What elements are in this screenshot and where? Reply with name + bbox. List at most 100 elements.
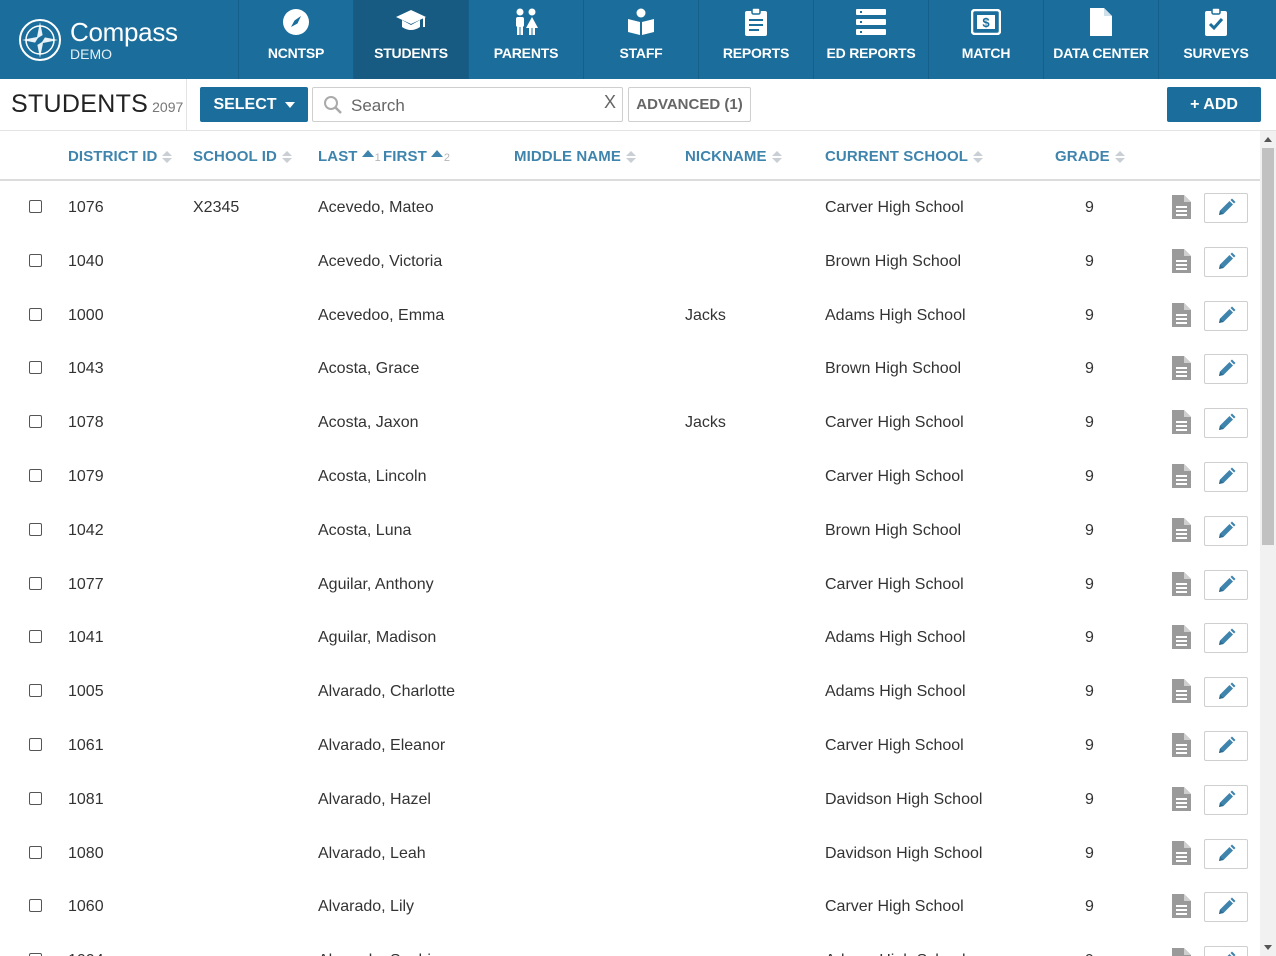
column-header-school-id[interactable]: SCHOOL ID <box>193 148 292 165</box>
document-icon[interactable] <box>1172 787 1191 816</box>
nav-item-students[interactable]: STUDENTS <box>353 0 468 79</box>
row-checkbox[interactable] <box>29 684 42 697</box>
brand-logo[interactable]: Compass DEMO <box>0 0 238 79</box>
column-header-first[interactable]: FIRST 2 <box>383 148 450 165</box>
document-icon[interactable] <box>1172 679 1191 708</box>
document-icon[interactable] <box>1172 464 1191 493</box>
document-icon[interactable] <box>1172 841 1191 870</box>
nav-item-match[interactable]: $ MATCH <box>928 0 1043 79</box>
scrollbar-thumb[interactable] <box>1262 148 1274 545</box>
pencil-icon <box>1219 575 1236 592</box>
table-row[interactable]: 1061 Alvarado, Eleanor Carver High School 9 <box>0 719 1260 773</box>
edit-button[interactable] <box>1204 731 1248 761</box>
row-checkbox[interactable] <box>29 361 42 374</box>
advanced-filter-button[interactable]: ADVANCED (1) <box>628 87 751 122</box>
table-row[interactable]: 1042 Acosta, Luna Brown High School 9 <box>0 504 1260 558</box>
table-row[interactable]: 1060 Alvarado, Lily Carver High School 9 <box>0 880 1260 934</box>
document-icon[interactable] <box>1172 625 1191 654</box>
compass-logo-icon <box>19 18 61 61</box>
edit-button[interactable] <box>1204 946 1248 956</box>
table-row[interactable]: 1005 Alvarado, Charlotte Adams High School… <box>0 665 1260 719</box>
row-checkbox[interactable] <box>29 523 42 536</box>
column-header-middle-name[interactable]: MIDDLE NAME <box>514 148 636 165</box>
select-button[interactable]: SELECT <box>200 87 308 122</box>
nav-item-ncntsp[interactable]: NCNTSP <box>238 0 353 79</box>
column-header-grade[interactable]: GRADE <box>1055 148 1125 165</box>
nav-label: ED REPORTS <box>826 45 916 61</box>
column-header-district-id[interactable]: DISTRICT ID <box>68 148 173 165</box>
row-checkbox[interactable] <box>29 254 42 267</box>
table-row[interactable]: 1078 Acosta, Jaxon Jacks Carver High School… <box>0 396 1260 450</box>
edit-button[interactable] <box>1204 354 1248 384</box>
current-school-cell: Davidson High School <box>825 845 983 862</box>
document-icon[interactable] <box>1172 733 1191 762</box>
edit-button[interactable] <box>1204 516 1248 546</box>
document-icon[interactable] <box>1172 356 1191 385</box>
row-checkbox[interactable] <box>29 899 42 912</box>
table-row[interactable]: 1000 Acevedoo, Emma Jacks Adams High School… <box>0 289 1260 343</box>
pencil-icon <box>1219 306 1236 323</box>
column-header-last[interactable]: LAST 1 <box>318 148 381 165</box>
row-checkbox[interactable] <box>29 630 42 643</box>
row-checkbox[interactable] <box>29 846 42 859</box>
table-row[interactable]: 1079 Acosta, Lincoln Carver High School 9 <box>0 450 1260 504</box>
edit-button[interactable] <box>1204 193 1248 223</box>
row-checkbox[interactable] <box>29 792 42 805</box>
nav-item-data-center[interactable]: DATA CENTER <box>1043 0 1158 79</box>
edit-button[interactable] <box>1204 623 1248 653</box>
current-school-cell: Carver High School <box>825 737 964 754</box>
document-icon[interactable] <box>1172 572 1191 601</box>
column-header-nickname[interactable]: NICKNAME <box>685 148 782 165</box>
table-row[interactable]: 1043 Acosta, Grace Brown High School 9 <box>0 342 1260 396</box>
table-row[interactable]: 1041 Aguilar, Madison Adams High School 9 <box>0 611 1260 665</box>
document-icon[interactable] <box>1172 948 1191 956</box>
table-row[interactable]: 1040 Acevedo, Victoria Brown High School 9 <box>0 235 1260 289</box>
grade-cell: 9 <box>1085 629 1094 646</box>
row-checkbox[interactable] <box>29 577 42 590</box>
scroll-down-arrow-icon[interactable] <box>1264 945 1272 950</box>
search-box[interactable]: X <box>312 87 623 122</box>
edit-button[interactable] <box>1204 785 1248 815</box>
graduation-cap-icon <box>395 7 427 37</box>
row-checkbox[interactable] <box>29 200 42 213</box>
edit-button[interactable] <box>1204 570 1248 600</box>
table-row[interactable]: 1004 Alvarado, Sophia Adams High School 9 <box>0 934 1260 956</box>
document-icon[interactable] <box>1172 894 1191 923</box>
table-row[interactable]: 1077 Aguilar, Anthony Carver High School 9 <box>0 558 1260 612</box>
edit-button[interactable] <box>1204 462 1248 492</box>
add-student-button[interactable]: + ADD <box>1167 87 1261 122</box>
student-name-cell: Aguilar, Anthony <box>318 576 434 593</box>
grade-cell: 9 <box>1085 414 1094 431</box>
table-row[interactable]: 1076 X2345 Acevedo, Mateo Carver High Schoo… <box>0 181 1260 235</box>
edit-button[interactable] <box>1204 301 1248 331</box>
nav-item-reports[interactable]: REPORTS <box>698 0 813 79</box>
document-icon[interactable] <box>1172 303 1191 332</box>
edit-button[interactable] <box>1204 408 1248 438</box>
nav-item-parents[interactable]: PARENTS <box>468 0 583 79</box>
row-checkbox[interactable] <box>29 415 42 428</box>
document-icon[interactable] <box>1172 410 1191 439</box>
document-icon[interactable] <box>1172 195 1191 224</box>
column-header-current-school[interactable]: CURRENT SCHOOL <box>825 148 984 165</box>
edit-button[interactable] <box>1204 839 1248 869</box>
row-checkbox[interactable] <box>29 469 42 482</box>
row-checkbox[interactable] <box>29 308 42 321</box>
pencil-icon <box>1219 467 1236 484</box>
document-icon[interactable] <box>1172 249 1191 278</box>
edit-button[interactable] <box>1204 677 1248 707</box>
edit-button[interactable] <box>1204 892 1248 922</box>
clear-search-button[interactable]: X <box>604 92 616 113</box>
table-row[interactable]: 1081 Alvarado, Hazel Davidson High School 9 <box>0 773 1260 827</box>
table-row[interactable]: 1080 Alvarado, Leah Davidson High School 9 <box>0 827 1260 881</box>
current-school-cell: Davidson High School <box>825 791 983 808</box>
row-checkbox[interactable] <box>29 738 42 751</box>
vertical-scrollbar[interactable] <box>1260 131 1276 956</box>
nav-item-staff[interactable]: STAFF <box>583 0 698 79</box>
scroll-up-arrow-icon[interactable] <box>1264 137 1272 142</box>
student-name-cell: Alvarado, Charlotte <box>318 683 455 700</box>
edit-button[interactable] <box>1204 247 1248 277</box>
nav-item-ed-reports[interactable]: ED REPORTS <box>813 0 928 79</box>
nav-item-surveys[interactable]: SURVEYS <box>1158 0 1273 79</box>
search-input[interactable] <box>349 93 593 119</box>
document-icon[interactable] <box>1172 518 1191 547</box>
